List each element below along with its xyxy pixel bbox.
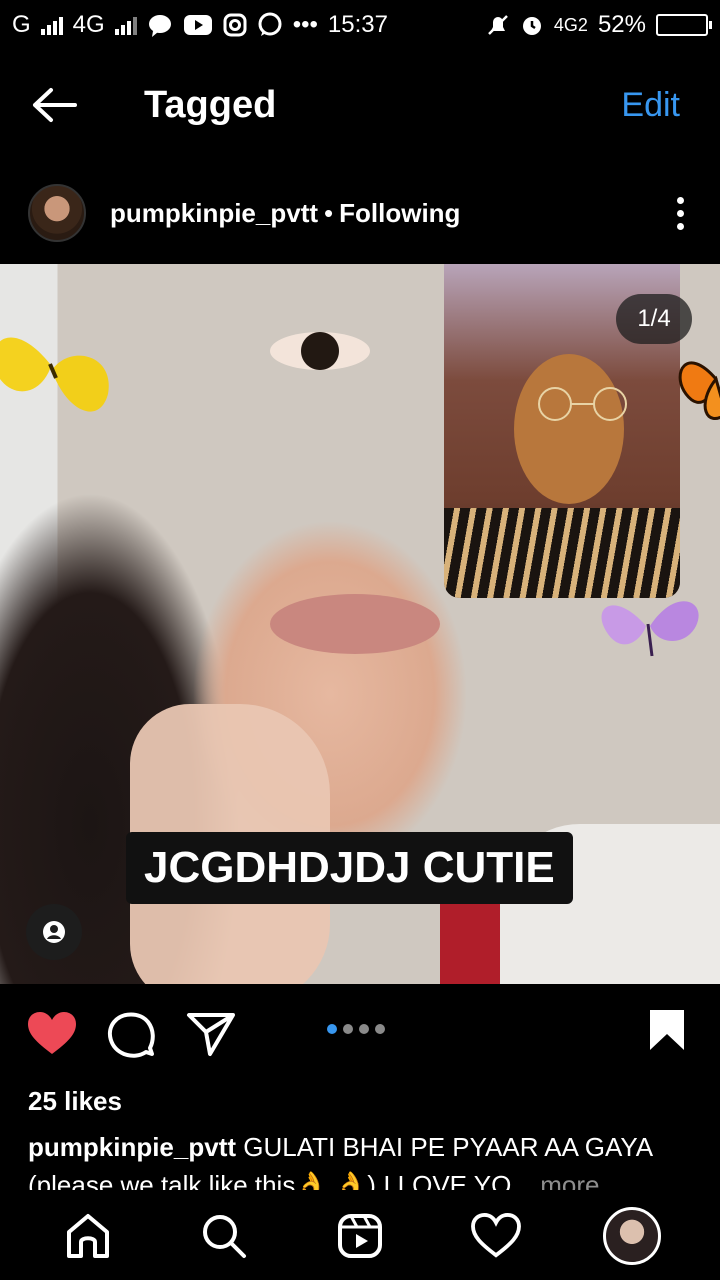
alarm-icon <box>522 17 541 35</box>
messenger-icon <box>148 15 171 37</box>
post-media[interactable]: 1/4 JCGDHDJDJ CUTIE <box>0 264 720 984</box>
caption-more-link[interactable]: more <box>533 1170 599 1190</box>
share-button[interactable] <box>186 1010 236 1063</box>
nav-home[interactable] <box>53 1201 123 1271</box>
yellow-butterfly-sticker <box>0 337 109 412</box>
header: Tagged Edit <box>0 60 720 150</box>
caption-username[interactable]: pumpkinpie_pvtt <box>28 1132 236 1162</box>
edit-button[interactable]: Edit <box>621 86 680 125</box>
signal-icon <box>40 15 63 35</box>
photo-lips <box>270 594 440 654</box>
status-right: 4G2 52% <box>486 11 712 39</box>
home-icon <box>67 1214 109 1258</box>
post-header: pumpkinpie_pvtt • Following <box>0 176 720 250</box>
instagram-icon <box>223 13 247 37</box>
carousel-dot <box>375 1024 385 1034</box>
status-bar: G 4G ••• 15:37 4G2 52% <box>0 0 720 50</box>
bookmark-filled-icon <box>650 1010 684 1050</box>
post-author-username[interactable]: pumpkinpie_pvtt <box>110 198 318 229</box>
likes-count[interactable]: 25 likes <box>28 1086 122 1117</box>
tagged-people-button[interactable] <box>26 904 82 960</box>
text-sticker: JCGDHDJDJ CUTIE <box>126 832 573 904</box>
carousel-dot <box>343 1024 353 1034</box>
nav-activity[interactable] <box>461 1201 531 1271</box>
inset-face <box>514 354 624 504</box>
caption-ellipsis: ... <box>511 1170 533 1190</box>
inset-stripes <box>444 508 680 598</box>
back-button[interactable] <box>0 60 110 150</box>
orange-butterfly-sticker <box>678 361 720 420</box>
carousel-dot <box>327 1024 337 1034</box>
whatsapp-icon <box>258 12 282 36</box>
carrier-1-label: G <box>12 11 31 38</box>
dot <box>677 209 684 217</box>
arrow-left-icon <box>33 88 77 122</box>
page-title: Tagged <box>144 83 277 126</box>
carrier-2-label: 4G <box>72 11 105 38</box>
inset-glasses <box>538 387 627 421</box>
save-button[interactable] <box>648 1008 686 1057</box>
carousel-dot <box>359 1024 369 1034</box>
mute-bell-icon <box>488 15 508 35</box>
youtube-icon <box>183 15 212 35</box>
follow-status[interactable]: Following <box>339 198 460 229</box>
nav-search[interactable] <box>189 1201 259 1271</box>
battery-percent: 52% <box>597 11 646 38</box>
post-options-button[interactable] <box>677 196 684 230</box>
purple-butterfly-sticker <box>601 601 699 657</box>
dot <box>677 196 684 204</box>
reels-icon <box>338 1214 382 1258</box>
dot <box>677 222 684 230</box>
signal-icon-2 <box>114 15 137 35</box>
paper-plane-icon <box>187 1013 235 1056</box>
photo-eye <box>270 332 370 370</box>
carousel-counter: 1/4 <box>616 294 692 344</box>
nav-reels[interactable] <box>325 1201 395 1271</box>
separator-dot: • <box>324 197 334 228</box>
clock: 15:37 <box>327 11 388 38</box>
network-label: 4G2 <box>553 14 588 35</box>
heart-icon <box>471 1213 521 1258</box>
comment-button[interactable] <box>106 1010 156 1065</box>
person-tag-icon <box>43 921 65 943</box>
speech-bubble-icon <box>107 1012 155 1058</box>
search-icon <box>203 1215 246 1258</box>
profile-avatar <box>603 1207 661 1265</box>
like-button[interactable] <box>26 1010 78 1063</box>
bottom-navigation <box>0 1192 720 1280</box>
more-notifications-label: ••• <box>292 11 318 38</box>
status-left: G 4G ••• 15:37 <box>12 11 388 39</box>
battery-icon <box>656 14 712 36</box>
post-caption: pumpkinpie_pvtt GULATI BHAI PE PYAAR AA … <box>28 1128 698 1190</box>
post-author-avatar[interactable] <box>28 184 86 242</box>
carousel-dots <box>327 1024 385 1034</box>
heart-filled-icon <box>28 1012 76 1054</box>
post-actions <box>0 996 720 1076</box>
nav-profile[interactable] <box>597 1201 667 1271</box>
